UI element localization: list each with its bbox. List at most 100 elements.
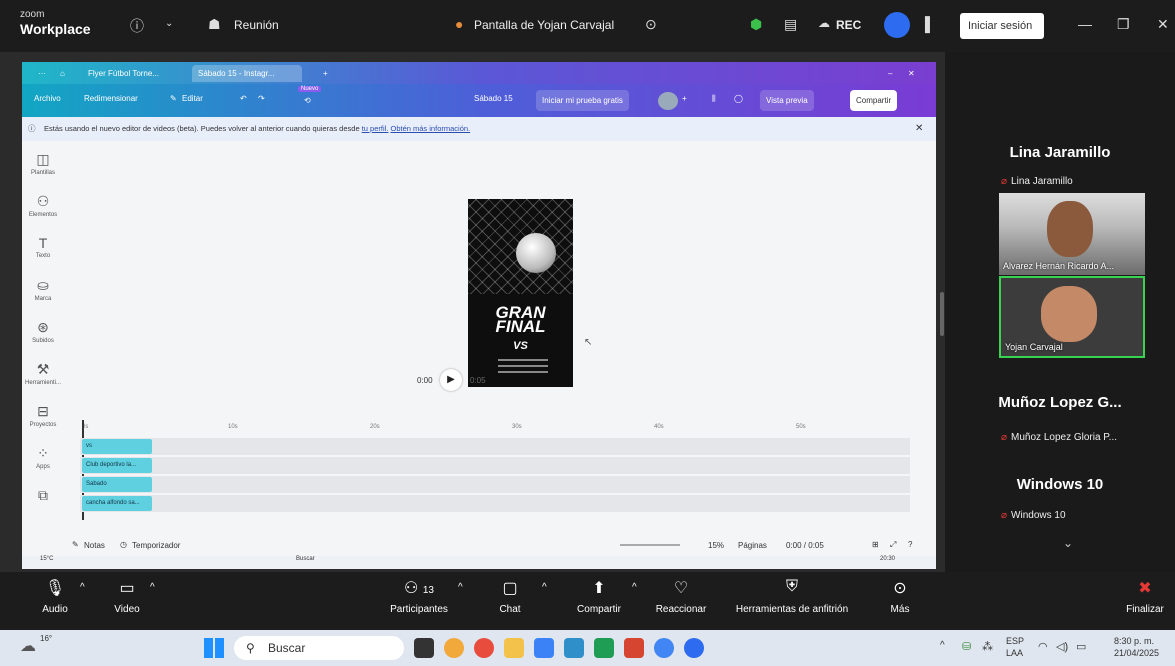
tab-sabado[interactable]: Sábado 15 - Instagr... [192, 65, 302, 82]
chat-options-icon[interactable]: ^ [542, 582, 547, 593]
sidebar-item-marca[interactable]: ⛀ Marca [22, 277, 64, 302]
notes-button[interactable]: Notas [84, 541, 105, 550]
taskbar-time[interactable]: 8:30 p. m. [1114, 636, 1154, 646]
language-region[interactable]: LAA [1006, 648, 1023, 658]
share-label[interactable]: Pantalla de Yojan Carvajal [474, 18, 614, 32]
zoom-slider[interactable] [620, 544, 680, 546]
chat-button[interactable]: ▢ Chat [490, 578, 530, 615]
comment-icon[interactable]: ◯ [734, 94, 743, 103]
window-minimize-icon[interactable]: – [882, 65, 898, 82]
play-button[interactable]: ▶ [440, 369, 462, 391]
video-tile-alvarez[interactable]: Alvarez Hernán Ricardo A... [999, 193, 1145, 275]
powerpoint-icon[interactable] [624, 638, 644, 658]
more-icon[interactable]: ⊙ [645, 16, 657, 33]
meeting-label[interactable]: Reunión [234, 18, 279, 32]
app-icon[interactable] [444, 638, 464, 658]
sidebar-item-herramientas[interactable]: ⚒ Herramienti... [22, 361, 64, 386]
battery-icon[interactable]: ▭ [1076, 640, 1086, 653]
poster-design[interactable]: GRAN FINAL VS [468, 199, 573, 387]
audio-button[interactable]: 🎙︎ Audio [30, 578, 80, 615]
sidebar-item-extra[interactable]: ⧉ [22, 487, 64, 504]
archivo-menu[interactable]: Archivo [34, 94, 61, 103]
timeline-clip[interactable]: Club deportivo la... [82, 458, 152, 473]
profile-link[interactable]: tu perfil. [362, 124, 389, 133]
share-screen-button[interactable]: ⬆ Compartir [564, 578, 634, 615]
fullscreen-icon[interactable]: ⤢ [890, 540, 896, 550]
more-info-link[interactable]: Obtén más información. [391, 124, 471, 133]
more-button[interactable]: ⊙ Más [880, 578, 920, 615]
document-icon[interactable]: ▤ [784, 16, 797, 33]
participants-options-icon[interactable]: ^ [458, 582, 463, 593]
share-options-icon[interactable]: ^ [632, 582, 637, 593]
tray-expand-icon[interactable]: ^ [940, 640, 945, 651]
sidebar-item-texto[interactable]: T Texto [22, 235, 64, 259]
tab-flyer[interactable]: Flyer Fútbol Torne... [82, 65, 182, 82]
rec-label[interactable]: REC [836, 18, 861, 32]
sidebar-item-proyectos[interactable]: ⊟ Proyectos [22, 403, 64, 428]
sidebar-item-subidos[interactable]: ⊛ Subidos [22, 319, 64, 344]
video-button[interactable]: ▭ Video [102, 578, 152, 615]
sync-icon[interactable]: ⟲ [304, 96, 311, 105]
window-close-icon[interactable]: ✕ [902, 65, 921, 82]
taskbar-date[interactable]: 21/04/2025 [1114, 648, 1159, 658]
edge-icon[interactable] [654, 638, 674, 658]
host-tools-button[interactable]: ⛨ Herramientas de anfitrión [722, 578, 862, 615]
signin-button[interactable]: Iniciar sesión [960, 13, 1044, 39]
ai-companion-icon[interactable] [884, 12, 910, 38]
restore-icon[interactable]: ❐ [1117, 16, 1130, 33]
avatar[interactable] [658, 92, 678, 110]
video-tile-yojan[interactable]: Yojan Carvajal [999, 276, 1145, 358]
taskbar-search[interactable]: ⚲ Buscar [234, 636, 404, 660]
timeline-clip[interactable]: vs [82, 439, 152, 454]
weather-icon[interactable]: ☁ [20, 636, 36, 656]
grid-icon[interactable]: ⊞ [872, 540, 879, 549]
close-notice-icon[interactable]: ✕ [915, 117, 923, 141]
zoom-app-icon[interactable] [684, 638, 704, 658]
share-button[interactable]: Compartir [850, 90, 898, 111]
timeline-clip[interactable]: Sabado [82, 477, 152, 492]
chrome-icon[interactable] [474, 638, 494, 658]
preview-button[interactable]: Vista previa [760, 90, 814, 111]
audio-options-icon[interactable]: ^ [80, 582, 85, 593]
add-icon[interactable]: + [682, 94, 687, 103]
info-icon[interactable]: ⓘ [130, 16, 144, 36]
shield-icon[interactable]: ⬢ [750, 16, 762, 33]
windows-start-icon[interactable] [204, 638, 224, 658]
timer-button[interactable]: Temporizador [132, 541, 180, 550]
react-button[interactable]: ♡ Reaccionar [648, 578, 714, 615]
timeline-clip[interactable]: cancha alfondo sa... [82, 496, 152, 511]
store-icon[interactable] [534, 638, 554, 658]
minimize-icon[interactable]: — [1078, 16, 1092, 32]
sidebar-item-apps[interactable]: ⁘ Apps [22, 445, 64, 470]
wifi-icon[interactable]: ◠ [1038, 640, 1048, 653]
editar-menu[interactable]: Editar [182, 94, 203, 103]
trial-button[interactable]: Iniciar mi prueba gratis [536, 90, 629, 111]
tab-menu-icon[interactable]: ··· [32, 65, 52, 82]
new-tab-icon[interactable]: + [317, 65, 334, 82]
sidebar-item-elementos[interactable]: ⚇ Elementos [22, 193, 64, 218]
volume-icon[interactable]: ◁) [1056, 640, 1068, 653]
home-icon[interactable]: ⌂ [54, 65, 71, 82]
tray-app-icon[interactable]: ⛁ [962, 640, 971, 653]
calculator-icon[interactable] [564, 638, 584, 658]
scrollbar[interactable] [940, 292, 944, 336]
sidebar-item-plantillas[interactable]: ◫ Plantillas [22, 151, 64, 176]
task-view-icon[interactable] [414, 638, 434, 658]
end-button[interactable]: ✖ Finalizar [1120, 578, 1170, 615]
undo-icon[interactable]: ↶ [240, 94, 247, 103]
file-explorer-icon[interactable] [504, 638, 524, 658]
chevron-down-icon[interactable]: ⌄ [165, 18, 173, 29]
redimensionar-button[interactable]: Redimensionar [84, 94, 138, 103]
tray-app2-icon[interactable]: ⁂ [982, 640, 993, 653]
layout-icon[interactable]: ▐ [920, 16, 930, 32]
redo-icon[interactable]: ↷ [258, 94, 265, 103]
video-options-icon[interactable]: ^ [150, 582, 155, 593]
excel-icon[interactable] [594, 638, 614, 658]
language-code[interactable]: ESP [1006, 636, 1024, 646]
close-icon[interactable]: ✕ [1157, 16, 1169, 33]
pages-button[interactable]: Páginas [738, 541, 767, 550]
expand-down-icon[interactable]: ⌄ [1063, 536, 1073, 550]
inner-search[interactable]: Buscar [296, 556, 315, 562]
participants-button[interactable]: ⚇ 13 Participantes [374, 578, 464, 615]
doc-title[interactable]: Sábado 15 [474, 94, 513, 103]
